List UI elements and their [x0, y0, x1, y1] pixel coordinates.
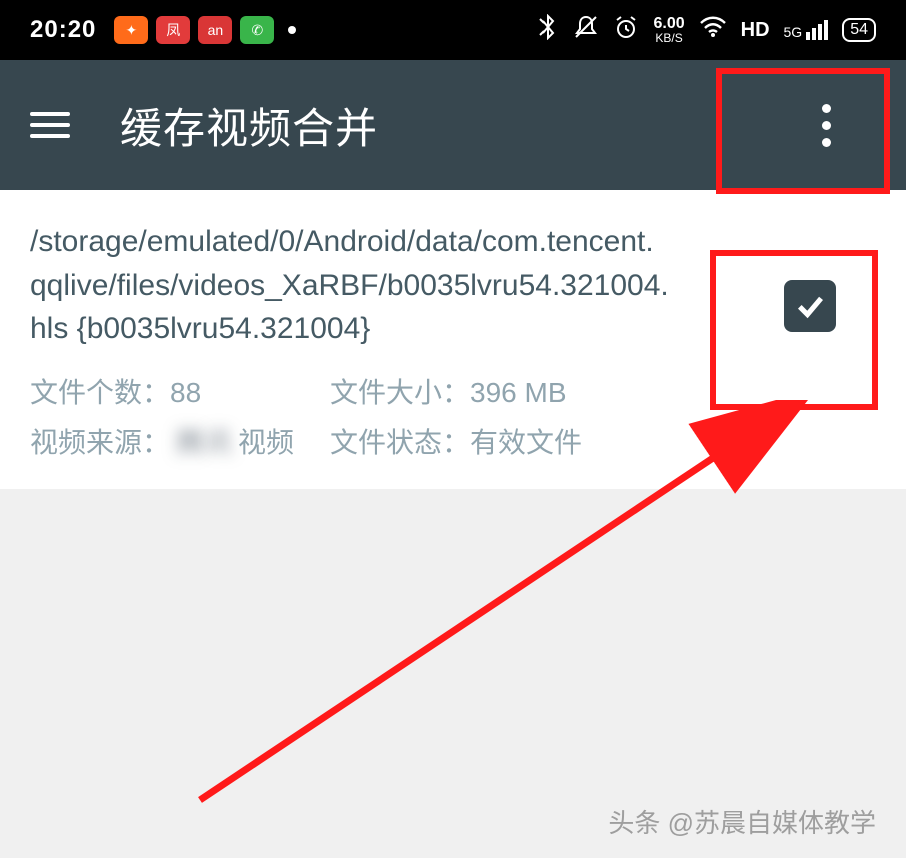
file-path: /storage/emulated/0/Android/data/com.ten…	[30, 220, 670, 351]
more-options-button[interactable]	[746, 60, 906, 190]
app-title: 缓存视频合并	[120, 95, 378, 156]
app-bar: 缓存视频合并	[0, 60, 906, 190]
more-vertical-icon	[822, 104, 831, 147]
video-source: 视频来源：腾讯视频	[30, 421, 330, 461]
watermark: 头条 @苏晨自媒体教学	[608, 803, 876, 840]
status-phone-icon: ✆	[240, 16, 274, 44]
wifi-icon	[699, 16, 727, 44]
alarm-icon	[613, 14, 639, 46]
file-size: 文件大小：396 MB	[330, 371, 876, 411]
bluetooth-icon	[539, 14, 559, 46]
status-app-icon-2: 凤	[156, 16, 190, 44]
select-checkbox[interactable]	[784, 280, 836, 332]
menu-icon[interactable]	[30, 112, 70, 138]
video-file-card[interactable]: /storage/emulated/0/Android/data/com.ten…	[0, 190, 906, 489]
status-app-icon-1: ✦	[114, 16, 148, 44]
network-speed: 6.00 KB/S	[653, 16, 684, 44]
dnd-off-icon	[573, 14, 599, 46]
file-count: 文件个数：88	[30, 371, 330, 411]
status-bar: 20:20 ✦ 凤 an ✆ 6.00 KB/S HD	[0, 0, 906, 60]
status-more-dot-icon	[288, 26, 296, 34]
check-icon	[793, 289, 827, 323]
battery-icon: 54	[842, 18, 876, 42]
signal-5g-icon: 5G	[784, 20, 829, 40]
file-status: 文件状态：有效文件	[330, 421, 876, 461]
status-app-icon-3: an	[198, 16, 232, 44]
status-time: 20:20	[30, 16, 96, 44]
hd-icon: HD	[741, 19, 770, 42]
